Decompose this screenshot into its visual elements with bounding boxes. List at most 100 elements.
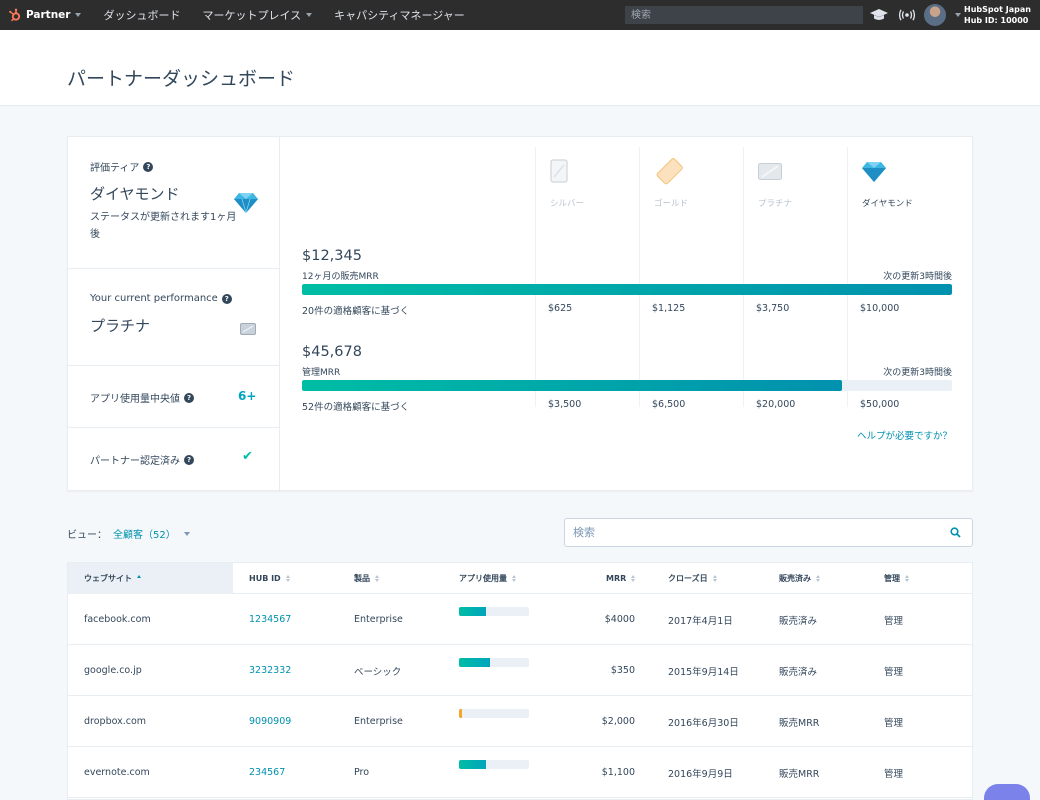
table-header: ウェブサイト HUB ID 製品 アプリ使用量 MRR クローズ日 販売済み 管…	[68, 563, 972, 594]
certified-label: パートナー認定済み?	[90, 452, 194, 467]
col-header-label: 製品	[354, 574, 370, 583]
customer-search-input[interactable]	[564, 518, 973, 547]
user-avatar[interactable]	[924, 4, 946, 26]
app-usage-bar	[459, 709, 529, 718]
silver-card-icon	[550, 159, 568, 183]
cell-website: google.co.jp	[84, 665, 142, 676]
tier-platinum-label: プラチナ	[758, 199, 793, 209]
tier-column-divider	[743, 147, 744, 407]
cell-hub-id-link[interactable]: 3232332	[249, 645, 291, 696]
chevron-down-icon	[183, 531, 190, 536]
help-icon[interactable]: ?	[184, 454, 194, 465]
partner-menu[interactable]: Partner	[8, 8, 82, 22]
col-header-product[interactable]: 製品	[354, 563, 379, 594]
nav-capacity-manager[interactable]: キャパシティマネージャー	[334, 7, 465, 23]
help-icon[interactable]: ?	[143, 161, 154, 172]
view-dropdown[interactable]: 全顧客（52）	[113, 526, 190, 541]
managed-mrr-label: 管理MRR	[302, 368, 341, 378]
nav-capacity-label: キャパシティマネージャー	[334, 9, 465, 22]
sort-icon	[375, 575, 379, 582]
hubspot-sprocket-icon	[9, 8, 21, 22]
cell-mrr: $1,100	[601, 767, 635, 778]
rating-tier-section: 評価ティア? ダイヤモンド ステータスが更新されます1ヶ月後	[68, 137, 280, 269]
help-icon[interactable]: ?	[221, 293, 232, 304]
chat-launcher-button[interactable]	[984, 784, 1030, 800]
table-row[interactable]: google.co.jp 3232332 ベーシック $350 2015年9月1…	[68, 645, 972, 696]
nav-search-input[interactable]	[625, 6, 863, 24]
nav-marketplace[interactable]: マーケットプレイス	[202, 7, 313, 23]
col-header-app-usage[interactable]: アプリ使用量	[459, 563, 516, 594]
cell-mrr: $350	[610, 665, 635, 676]
cell-mrr: $4000	[604, 614, 635, 625]
cell-website: dropbox.com	[84, 716, 147, 727]
table-row[interactable]: facebook.com 1234567 Enterprise $4000 20…	[68, 594, 972, 645]
view-label: ビュー：	[67, 530, 107, 541]
cell-website: facebook.com	[84, 614, 151, 625]
rating-tier-label-text: 評価ティア	[90, 163, 140, 174]
sort-icon	[712, 575, 717, 582]
account-switcher[interactable]: HubSpot Japan Hub ID: 10000	[964, 4, 1031, 26]
col-header-hub-id[interactable]: HUB ID	[249, 563, 290, 594]
sort-icon	[285, 575, 290, 582]
diamond-icon	[862, 162, 886, 182]
certified-section: パートナー認定済み? ✔	[68, 428, 280, 492]
sort-icon	[137, 575, 141, 582]
managed-mrr-basis: 52件の適格顧客に基づく	[302, 402, 410, 413]
sort-icon	[816, 575, 820, 582]
col-header-label: 販売済み	[779, 574, 811, 583]
performance-value: プラチナ	[90, 317, 151, 335]
tier-diamond-label: ダイヤモンド	[862, 199, 913, 209]
sold-mrr-threshold-platinum: $3,750	[756, 303, 790, 314]
partner-tier-card: 評価ティア? ダイヤモンド ステータスが更新されます1ヶ月後 Your curr…	[67, 136, 973, 492]
cell-sold: 販売済み	[779, 615, 818, 627]
col-header-mrr[interactable]: MRR	[606, 563, 636, 594]
cell-hub-id-link[interactable]: 9090909	[249, 696, 291, 747]
sold-mrr-threshold-gold: $1,125	[652, 303, 686, 314]
managed-mrr-progress-fill	[302, 380, 842, 391]
sold-mrr-label: 12ヶ月の販売MRR	[302, 272, 379, 282]
col-header-label: HUB ID	[249, 574, 281, 583]
platinum-card-icon	[758, 163, 782, 180]
rating-tier-label: 評価ティア?	[90, 159, 154, 174]
col-header-close-date[interactable]: クローズ日	[668, 563, 717, 594]
sold-mrr-threshold-silver: $625	[548, 303, 573, 314]
table-row[interactable]: evernote.com 234567 Pro $1,100 2016年9月9日…	[68, 747, 972, 798]
broadcast-icon[interactable]	[899, 9, 915, 21]
managed-mrr-progress-bar	[302, 380, 952, 391]
col-header-sold[interactable]: 販売済み	[779, 563, 820, 594]
app-usage-label-text: アプリ使用量中央値	[90, 394, 180, 405]
sold-mrr-threshold-diamond: $10,000	[860, 303, 900, 314]
cell-hub-id-link[interactable]: 234567	[249, 747, 285, 798]
help-link[interactable]: ヘルプが必要ですか？	[857, 428, 952, 442]
performance-section: Your current performance? プラチナ	[68, 269, 280, 366]
table-row[interactable]: dropbox.com 9090909 Enterprise $2,000 20…	[68, 696, 972, 747]
col-header-website[interactable]: ウェブサイト	[68, 563, 233, 594]
sold-mrr-amount: $12,345	[302, 248, 362, 264]
cell-product: Enterprise	[354, 716, 403, 727]
sold-mrr-next-update: 次の更新3時間後	[883, 272, 952, 282]
managed-mrr-threshold-gold: $6,500	[652, 399, 686, 410]
tier-silver-label: シルバー	[550, 199, 585, 209]
chevron-down-icon[interactable]	[955, 13, 961, 17]
cell-close-date: 2016年9月9日	[668, 768, 733, 780]
rating-tier-note: ステータスが更新されます1ヶ月後	[90, 212, 237, 240]
cell-manage: 管理	[884, 717, 904, 729]
graduation-cap-icon[interactable]	[870, 9, 888, 21]
rating-tier-value: ダイヤモンド	[90, 185, 180, 203]
cell-product: Pro	[354, 767, 370, 778]
chevron-down-icon	[75, 13, 82, 17]
tier-gold-label: ゴールド	[654, 199, 689, 209]
view-selected: 全顧客（52）	[113, 530, 176, 541]
performance-label: Your current performance?	[90, 293, 232, 304]
page-title: パートナーダッシュボード	[67, 68, 296, 90]
sold-mrr-basis: 20件の適格顧客に基づく	[302, 306, 410, 317]
managed-mrr-threshold-silver: $3,500	[548, 399, 582, 410]
col-header-manage[interactable]: 管理	[884, 563, 909, 594]
nav-dashboard[interactable]: ダッシュボード	[103, 7, 180, 23]
cell-hub-id-link[interactable]: 1234567	[249, 594, 291, 645]
search-icon[interactable]	[950, 527, 961, 538]
sort-icon	[631, 575, 636, 582]
help-icon[interactable]: ?	[184, 392, 194, 403]
col-header-label: アプリ使用量	[459, 574, 507, 583]
cell-manage: 管理	[884, 768, 904, 780]
